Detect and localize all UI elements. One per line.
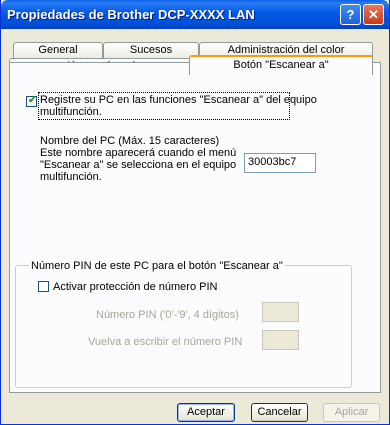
help-icon: ? (346, 7, 355, 22)
register-label-line2[interactable]: multifunción. (40, 106, 102, 118)
pin-repeat-label: Vuelva a escribir el número PIN (88, 336, 243, 348)
pin-number-label: Número PIN ('0'-'9', 4 dígitos) (96, 309, 239, 321)
close-icon: ✕ (368, 7, 379, 22)
pin-number-input[interactable] (262, 302, 299, 322)
window-title: Propiedades de Brother DCP-XXXX LAN (7, 7, 255, 22)
checkmark-icon: ✔ (28, 95, 37, 106)
properties-dialog: Propiedades de Brother DCP-XXXX LAN ? ✕ … (0, 0, 390, 425)
pin-group-title: Número PIN de este PC para el botón "Esc… (29, 260, 285, 272)
title-bar[interactable]: Propiedades de Brother DCP-XXXX LAN ? ✕ (1, 0, 389, 29)
cancel-button[interactable]: Cancelar (251, 403, 308, 422)
pc-name-desc-2: "Escanear a" se selecciona en el equipo (40, 159, 237, 171)
help-button[interactable]: ? (340, 4, 361, 25)
pc-name-desc-3: multifunción. (40, 171, 102, 183)
close-button[interactable]: ✕ (363, 4, 384, 25)
pc-name-input[interactable]: 30003bc7 (244, 153, 316, 173)
apply-button[interactable]: Aplicar (323, 403, 380, 422)
activate-pin-checkbox[interactable] (38, 281, 49, 292)
register-checkbox[interactable]: ✔ (26, 95, 37, 107)
pc-name-desc-1: Este nombre aparecerá cuando el menú (40, 147, 237, 159)
activate-pin-label[interactable]: Activar protección de número PIN (53, 281, 217, 293)
ok-button[interactable]: Aceptar (177, 403, 235, 422)
tab-boton-escanear[interactable]: Botón "Escanear a" (189, 55, 373, 75)
register-label-line1[interactable]: Registre su PC en las funciones "Escanea… (40, 94, 317, 106)
tab-sucesos[interactable]: Sucesos (103, 42, 199, 58)
tab-general[interactable]: General (13, 42, 103, 58)
pin-repeat-input[interactable] (262, 330, 299, 350)
pc-name-label: Nombre del PC (Máx. 15 caracteres) (40, 135, 220, 147)
